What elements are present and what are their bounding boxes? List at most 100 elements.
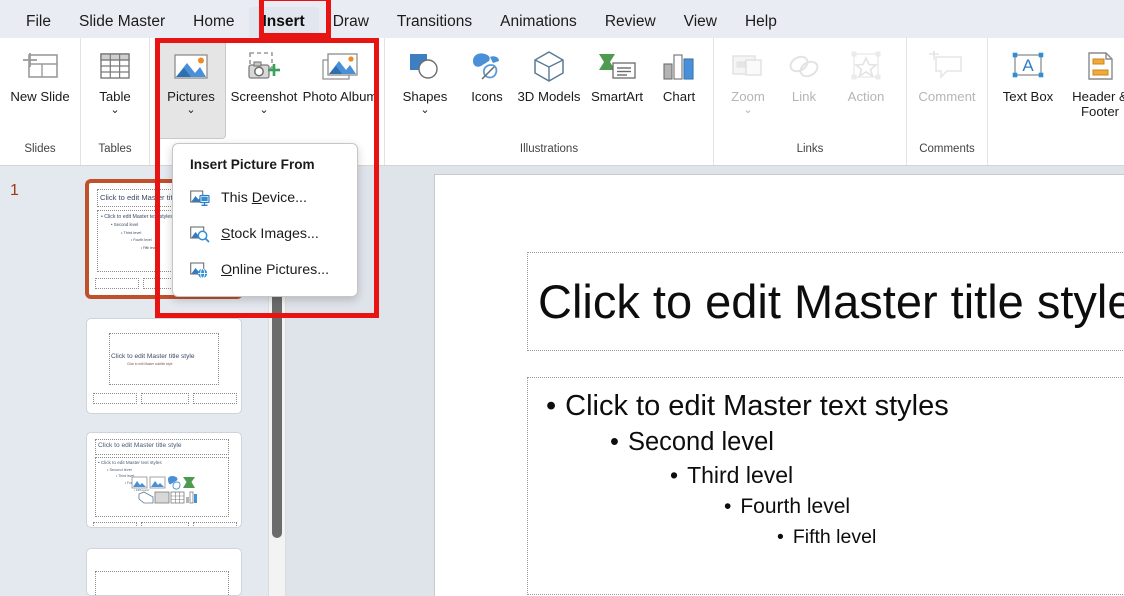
slide-canvas[interactable]: Click to edit Master title style • Click … bbox=[434, 174, 1124, 596]
footer-placeholder-2 bbox=[141, 522, 189, 527]
thumb-body-line-2: • Second level bbox=[107, 467, 132, 472]
footer-placeholder-3 bbox=[193, 522, 237, 527]
text-box-icon: A bbox=[994, 46, 1062, 86]
ribbon-group-illustrations: Shapes ⌄ Icons 3D Models SmartArt Chart Illust… bbox=[384, 38, 713, 165]
tab-home[interactable]: Home bbox=[179, 7, 248, 37]
content-layout-thumbnail[interactable]: Click to edit Master title style • Click … bbox=[86, 432, 242, 528]
screenshot-icon bbox=[226, 46, 302, 86]
bullet-icon: • bbox=[724, 495, 732, 518]
tab-file[interactable]: File bbox=[12, 7, 65, 37]
body-level-text: Click to edit Master text styles bbox=[565, 390, 949, 422]
link-label: Link bbox=[791, 89, 817, 104]
tab-transitions[interactable]: Transitions bbox=[383, 7, 486, 37]
next-layout-thumbnail-wrapper bbox=[86, 548, 242, 596]
scrollbar-thumb[interactable] bbox=[272, 288, 282, 538]
screenshot-button[interactable]: Screenshot ⌄ bbox=[226, 38, 302, 138]
new-slide-icon bbox=[6, 46, 74, 86]
body-level-2: • Second level bbox=[610, 425, 1124, 459]
pictures-label: Pictures bbox=[167, 89, 215, 104]
tab-draw[interactable]: Draw bbox=[319, 7, 383, 37]
table-button[interactable]: Table ⌄ bbox=[87, 38, 143, 138]
chevron-down-icon[interactable]: ⌄ bbox=[420, 105, 429, 116]
chevron-down-icon[interactable]: ⌄ bbox=[259, 105, 268, 116]
tab-review[interactable]: Review bbox=[591, 7, 670, 37]
tab-animations[interactable]: Animations bbox=[486, 7, 591, 37]
shapes-icon bbox=[391, 46, 459, 86]
pictures-button[interactable]: Pictures ⌄ bbox=[156, 38, 226, 139]
ribbon: New Slide Slides Table ⌄ Tables Pictures ⌄ Scre… bbox=[0, 38, 1124, 166]
insert-picture-from-menu: Insert Picture From This Device... Stock … bbox=[172, 143, 358, 297]
body-level-4: • Fourth level bbox=[724, 491, 1124, 522]
device-picture-icon bbox=[187, 188, 213, 208]
chevron-down-icon: ⌄ bbox=[743, 104, 753, 116]
ribbon-group-label: Illustrations bbox=[519, 143, 579, 155]
thumb-subtitle-text: Click to edit Master subtitle style bbox=[127, 362, 173, 366]
3d-models-button[interactable]: 3D Models bbox=[515, 38, 583, 138]
menu-item-label: Stock Images... bbox=[221, 226, 319, 242]
ribbon-group-tables: Table ⌄ Tables bbox=[80, 38, 149, 165]
chevron-down-icon[interactable]: ⌄ bbox=[110, 105, 119, 116]
text-box-button[interactable]: A Text Box bbox=[994, 38, 1062, 138]
body-level-3: • Third level bbox=[670, 459, 1124, 491]
table-label: Table bbox=[99, 89, 131, 104]
new-slide-button[interactable]: New Slide bbox=[6, 38, 74, 138]
ribbon-group-label: Slides bbox=[24, 143, 56, 155]
smartart-icon bbox=[583, 46, 651, 86]
content-layout-thumbnail-wrapper: Click to edit Master title style • Click … bbox=[86, 432, 242, 528]
next-layout-thumbnail[interactable] bbox=[86, 548, 242, 596]
action-button: Action bbox=[832, 38, 900, 138]
footer-placeholder-1 bbox=[93, 522, 137, 527]
action-icon bbox=[832, 46, 900, 86]
menu-item-this-device[interactable]: This Device... bbox=[173, 180, 357, 216]
footer-placeholder-1 bbox=[95, 278, 139, 289]
header-footer-button[interactable]: Header & Footer bbox=[1062, 38, 1124, 138]
chevron-down-icon[interactable]: ⌄ bbox=[186, 105, 195, 116]
menu-item-online-pictures[interactable]: Online Pictures... bbox=[173, 252, 357, 288]
ribbon-group-text: AText BoxHeader & FooterWor bbox=[987, 38, 1124, 165]
bullet-icon: • bbox=[777, 526, 784, 548]
title-slide-layout-thumbnail[interactable]: Click to edit Master title style Click to… bbox=[86, 318, 242, 414]
tab-slide-master[interactable]: Slide Master bbox=[65, 7, 179, 37]
link-button: Link bbox=[776, 38, 832, 138]
thumb-body-line-1: • Click to edit Master text styles bbox=[98, 460, 162, 465]
title-slide-layout-thumbnail-wrapper: Click to edit Master title style Click to… bbox=[86, 318, 242, 414]
ribbon-group-buttons: AText BoxHeader & FooterWor bbox=[994, 38, 1124, 146]
menu-item-stock-images[interactable]: Stock Images... bbox=[173, 216, 357, 252]
footer-placeholder-3 bbox=[193, 393, 237, 404]
tab-insert[interactable]: Insert bbox=[248, 6, 319, 37]
menu-item-label: This Device... bbox=[221, 190, 307, 206]
slide-edit-pane: Click to edit Master title style • Click … bbox=[286, 166, 1124, 596]
menu-item-list: This Device... Stock Images... Online Pict… bbox=[173, 180, 357, 288]
thumb-content-icon-cluster bbox=[131, 475, 197, 505]
zoom-label: Zoom bbox=[731, 89, 765, 104]
ribbon-group-label: Comments bbox=[919, 143, 975, 155]
pictures-icon bbox=[157, 46, 225, 86]
ribbon-group-slides: New Slide Slides bbox=[0, 38, 80, 165]
ribbon-tab-bar: File Slide Master Home Insert Draw Transition… bbox=[0, 0, 1124, 39]
icons-icon bbox=[459, 46, 515, 86]
3d-models-label: 3D Models bbox=[517, 89, 581, 104]
tab-help[interactable]: Help bbox=[731, 7, 791, 37]
3d-model-icon bbox=[515, 46, 583, 86]
smartart-button[interactable]: SmartArt bbox=[583, 38, 651, 138]
body-level-1: • Click to edit Master text styles bbox=[546, 388, 1124, 425]
ribbon-group-buttons: Zoom ⌄ Link Action bbox=[720, 38, 900, 146]
title-placeholder[interactable]: Click to edit Master title style bbox=[527, 252, 1124, 351]
ribbon-group-label: Links bbox=[796, 143, 824, 155]
ribbon-group-comments: Comment Comments bbox=[906, 38, 987, 165]
body-placeholder[interactable]: • Click to edit Master text styles • Second… bbox=[527, 377, 1124, 595]
ribbon-group-links: Zoom ⌄ Link Action Links bbox=[713, 38, 906, 165]
new-slide-label: New Slide bbox=[10, 89, 70, 104]
body-level-5: • Fifth level bbox=[777, 522, 1124, 552]
chart-button[interactable]: Chart bbox=[651, 38, 707, 138]
online-picture-icon bbox=[187, 260, 213, 280]
stock-picture-icon bbox=[187, 224, 213, 244]
slide-number-label: 1 bbox=[10, 182, 19, 199]
bullet-icon: • bbox=[610, 428, 619, 456]
ribbon-group-label: Tables bbox=[98, 143, 132, 155]
tab-view[interactable]: View bbox=[670, 7, 731, 37]
shapes-button[interactable]: Shapes ⌄ bbox=[391, 38, 459, 138]
photo-album-button[interactable]: Photo Album bbox=[302, 38, 378, 138]
table-icon bbox=[87, 46, 143, 86]
icons-button[interactable]: Icons bbox=[459, 38, 515, 138]
